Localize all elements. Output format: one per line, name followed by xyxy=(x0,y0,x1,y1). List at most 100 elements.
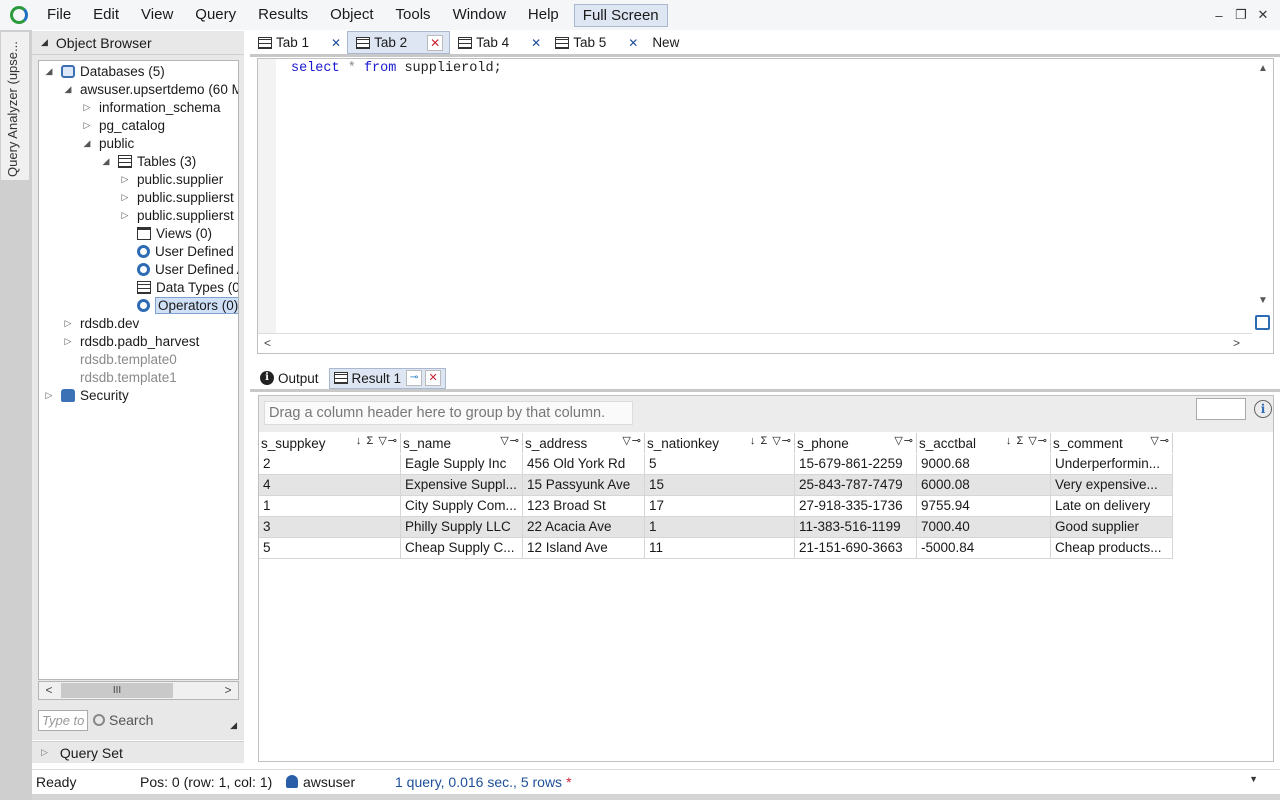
column-header-s-address[interactable]: s_address ▽⊸ xyxy=(523,433,645,453)
tree-node-rdsdb-template1[interactable]: rdsdb.template1 xyxy=(62,368,177,386)
table-cell[interactable]: -5000.84 xyxy=(917,538,1051,559)
scroll-right-icon[interactable]: > xyxy=(218,682,238,699)
editor-horizontal-scrollbar[interactable]: < > xyxy=(258,333,1252,353)
column-filter-icon[interactable]: ↓ Σ ▽⊸ xyxy=(356,434,398,447)
tree-node-table-supplierst-1[interactable]: ▷ public.supplierst xyxy=(119,188,234,206)
tree-node-operators[interactable]: Operators (0) xyxy=(119,296,238,314)
table-cell[interactable]: 12 Island Ave xyxy=(523,538,645,559)
close-icon[interactable]: ✕ xyxy=(427,34,444,51)
column-header-s-name[interactable]: s_name ▽⊸ xyxy=(401,433,523,453)
tree-node-security[interactable]: ▷ Security xyxy=(43,386,129,404)
table-cell[interactable]: Expensive Suppl... xyxy=(401,475,523,496)
column-header-s-comment[interactable]: s_comment ▽⊸ xyxy=(1051,433,1173,453)
table-cell[interactable]: 11-383-516-1199 xyxy=(795,517,917,538)
tree-node-uda[interactable]: User Defined Ag xyxy=(119,260,238,278)
expanded-triangle-icon[interactable]: ◢ xyxy=(62,84,74,95)
query-summary[interactable]: 1 query, 0.016 sec., 5 rows xyxy=(395,774,562,790)
table-cell[interactable]: 9000.68 xyxy=(917,454,1051,475)
menu-window[interactable]: Window xyxy=(442,0,517,30)
column-filter-icon[interactable]: ▽⊸ xyxy=(1150,434,1170,447)
collapsed-triangle-icon[interactable]: ▷ xyxy=(81,120,93,131)
table-cell[interactable]: Philly Supply LLC xyxy=(401,517,523,538)
group-by-drop-zone[interactable]: Drag a column header here to group by th… xyxy=(264,401,633,425)
tree-node-table-supplierst-2[interactable]: ▷ public.supplierst xyxy=(119,206,234,224)
table-cell[interactable]: 2 xyxy=(259,454,401,475)
tree-horizontal-scrollbar[interactable]: < III > xyxy=(38,681,239,700)
tab-5[interactable]: Tab 5 ✕ xyxy=(547,31,644,54)
object-browser-header[interactable]: ◢ Object Browser xyxy=(32,31,244,55)
minimize-icon[interactable]: – xyxy=(1208,8,1230,23)
table-cell[interactable]: Very expensive... xyxy=(1051,475,1173,496)
tree-node-rdsdb-template0[interactable]: rdsdb.template0 xyxy=(62,350,177,368)
collapsed-triangle-icon[interactable]: ▷ xyxy=(119,174,131,185)
table-cell[interactable]: Underperformin... xyxy=(1051,454,1173,475)
collapsed-triangle-icon[interactable]: ▷ xyxy=(43,390,55,401)
expanded-triangle-icon[interactable]: ◢ xyxy=(100,156,112,167)
table-cell[interactable]: 1 xyxy=(259,496,401,517)
tab-new[interactable]: New xyxy=(644,31,685,54)
table-cell[interactable]: 7000.40 xyxy=(917,517,1051,538)
table-cell[interactable]: 5 xyxy=(645,454,795,475)
close-icon[interactable]: ✕ xyxy=(1252,7,1274,23)
column-filter-icon[interactable]: ↓ Σ ▽⊸ xyxy=(750,434,792,447)
table-cell[interactable]: 4 xyxy=(259,475,401,496)
query-set-header[interactable]: ▷ Query Set xyxy=(32,741,244,763)
sql-code[interactable]: select * from supplierold; xyxy=(291,60,502,78)
table-cell[interactable]: 1 xyxy=(645,517,795,538)
chevron-down-icon[interactable]: ◢ xyxy=(230,720,237,731)
table-cell[interactable]: 15 xyxy=(645,475,795,496)
close-icon[interactable]: ✕ xyxy=(628,36,638,50)
info-icon[interactable]: i xyxy=(1254,400,1272,418)
tree-node-public[interactable]: ◢ public xyxy=(81,134,135,152)
chevron-down-icon[interactable]: ▼ xyxy=(1249,774,1258,784)
restore-icon[interactable]: ❐ xyxy=(1230,7,1252,23)
object-search-input[interactable]: Type to xyxy=(38,709,88,731)
tab-2[interactable]: Tab 2 ✕ xyxy=(347,31,451,54)
scroll-down-icon[interactable]: ▼ xyxy=(1253,295,1273,306)
menu-object[interactable]: Object xyxy=(319,0,384,30)
menu-tools[interactable]: Tools xyxy=(385,0,442,30)
editor-vertical-scrollbar[interactable]: ▲ ▼ xyxy=(1253,59,1273,311)
table-cell[interactable]: 15 Passyunk Ave xyxy=(523,475,645,496)
table-row[interactable]: 5 Cheap Supply C... 12 Island Ave 11 21-151-… xyxy=(259,538,1173,559)
search-icon[interactable] xyxy=(93,714,105,726)
scroll-thumb[interactable]: III xyxy=(61,683,173,698)
tree-node-udf[interactable]: User Defined Fu xyxy=(119,242,238,260)
grid-search-input[interactable] xyxy=(1196,398,1246,420)
query-analyzer-side-tab[interactable]: Query Analyzer (upse... xyxy=(1,32,29,180)
menu-file[interactable]: File xyxy=(36,0,82,30)
tree-node-databases[interactable]: ◢ Databases (5) xyxy=(43,62,165,80)
collapsed-triangle-icon[interactable]: ▷ xyxy=(81,102,93,113)
close-icon[interactable]: ✕ xyxy=(531,36,541,50)
table-cell[interactable]: 25-843-787-7479 xyxy=(795,475,917,496)
table-cell[interactable]: 11 xyxy=(645,538,795,559)
table-cell[interactable]: 22 Acacia Ave xyxy=(523,517,645,538)
column-header-s-suppkey[interactable]: s_suppkey ↓ Σ ▽⊸ xyxy=(259,433,401,453)
menu-view[interactable]: View xyxy=(130,0,184,30)
table-cell[interactable]: 6000.08 xyxy=(917,475,1051,496)
tab-1[interactable]: Tab 1 ✕ xyxy=(250,31,347,54)
table-cell[interactable]: 5 xyxy=(259,538,401,559)
collapsed-triangle-icon[interactable]: ▷ xyxy=(62,318,74,329)
column-header-s-acctbal[interactable]: s_acctbal ↓ Σ ▽⊸ xyxy=(917,433,1051,453)
menu-query[interactable]: Query xyxy=(184,0,247,30)
table-row[interactable]: 3 Philly Supply LLC 22 Acacia Ave 1 11-383-5… xyxy=(259,517,1173,538)
column-filter-icon[interactable]: ▽⊸ xyxy=(500,434,520,447)
table-cell[interactable]: City Supply Com... xyxy=(401,496,523,517)
collapsed-triangle-icon[interactable]: ▷ xyxy=(119,192,131,203)
collapsed-triangle-icon[interactable]: ▷ xyxy=(119,210,131,221)
tab-output[interactable]: i Output xyxy=(256,368,323,389)
close-icon[interactable]: ✕ xyxy=(425,370,442,386)
table-cell[interactable]: Good supplier xyxy=(1051,517,1173,538)
table-cell[interactable]: 15-679-861-2259 xyxy=(795,454,917,475)
tree-node-information-schema[interactable]: ▷ information_schema xyxy=(81,98,221,116)
tree-node-pg-catalog[interactable]: ▷ pg_catalog xyxy=(81,116,166,134)
table-row[interactable]: 2 Eagle Supply Inc 456 Old York Rd 5 15-679-… xyxy=(259,454,1173,475)
column-filter-icon[interactable]: ↓ Σ ▽⊸ xyxy=(1006,434,1048,447)
column-header-s-phone[interactable]: s_phone ▽⊸ xyxy=(795,433,917,453)
table-cell[interactable]: 456 Old York Rd xyxy=(523,454,645,475)
format-sql-icon[interactable] xyxy=(1255,315,1270,330)
table-cell[interactable]: 3 xyxy=(259,517,401,538)
scroll-left-icon[interactable]: < xyxy=(39,682,59,699)
tree-node-rdsdb-dev[interactable]: ▷ rdsdb.dev xyxy=(62,314,140,332)
